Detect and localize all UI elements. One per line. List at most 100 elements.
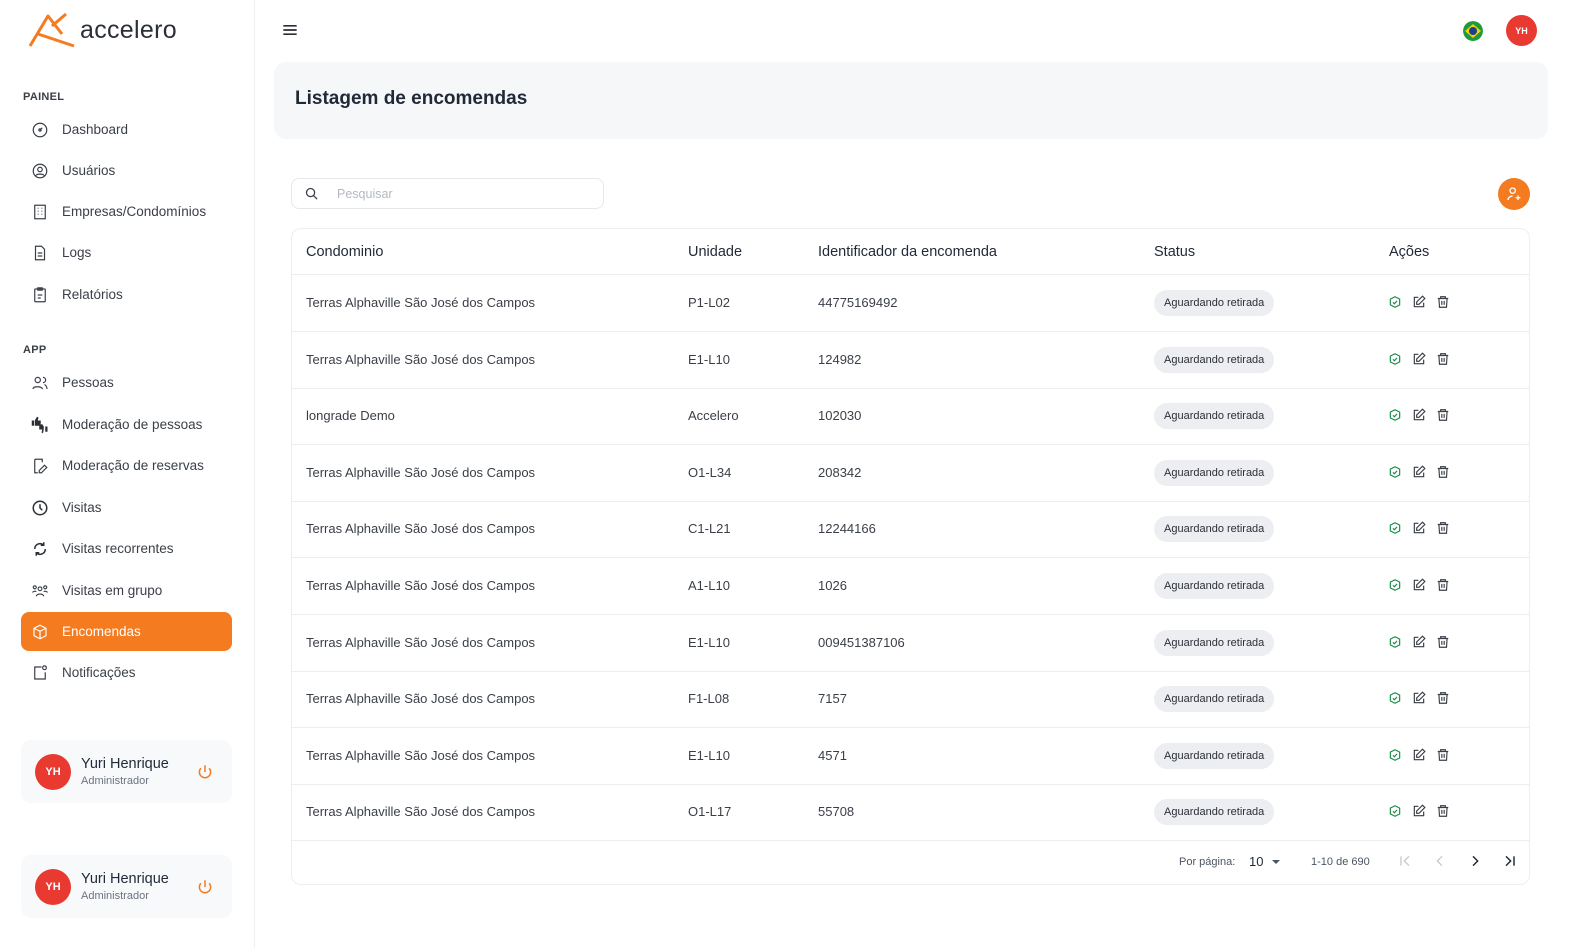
confirm-delivery-icon[interactable]	[1388, 578, 1402, 592]
cell-unidade: A1-L10	[688, 578, 730, 593]
cell-identificador: 124982	[818, 351, 862, 367]
table-row[interactable]: Terras Alphaville São José dos Campos O1-…	[292, 784, 1529, 842]
hamburger-menu-icon[interactable]	[280, 20, 300, 40]
table-row[interactable]: Terras Alphaville São José dos Campos P1-…	[292, 275, 1529, 332]
column-header-status[interactable]: Status	[1154, 244, 1195, 260]
page-title: Listagem de encomendas	[295, 88, 528, 109]
confirm-delivery-icon[interactable]	[1388, 748, 1402, 762]
power-icon[interactable]	[196, 878, 214, 896]
table-row[interactable]: Terras Alphaville São José dos Campos E1-…	[292, 615, 1529, 672]
sidebar-item-empresas[interactable]: Empresas/Condomínios	[21, 192, 232, 231]
user-name: Yuri Henrique	[81, 871, 169, 887]
cell-condominio: Terras Alphaville São José dos Campos	[306, 351, 536, 367]
sidebar-item-logs[interactable]: Logs	[21, 233, 232, 272]
search-box	[291, 178, 604, 209]
last-page-button[interactable]	[1502, 853, 1518, 869]
cell-identificador: 208342	[818, 464, 862, 480]
sidebar-item-pessoas[interactable]: Pessoas	[21, 363, 232, 402]
trash-icon[interactable]	[1436, 295, 1450, 309]
cell-identificador: 1026	[818, 578, 847, 593]
sidebar-item-moderacao-reservas[interactable]: Moderação de reservas	[21, 446, 232, 485]
sidebar-item-relatorios[interactable]: Relatórios	[21, 275, 232, 314]
confirm-delivery-icon[interactable]	[1388, 295, 1402, 309]
edit-icon[interactable]	[1412, 748, 1426, 762]
trash-icon[interactable]	[1436, 578, 1450, 592]
status-badge: Aguardando retirada	[1154, 346, 1275, 373]
trash-icon[interactable]	[1436, 352, 1450, 366]
edit-icon[interactable]	[1412, 408, 1426, 422]
sidebar-item-visitas[interactable]: Visitas	[21, 488, 232, 527]
table-row[interactable]: Terras Alphaville São José dos Campos F1-…	[292, 671, 1529, 729]
trash-icon[interactable]	[1436, 465, 1450, 479]
confirm-delivery-icon[interactable]	[1388, 352, 1402, 366]
edit-icon[interactable]	[1412, 351, 1426, 366]
brazil-flag-icon[interactable]	[1463, 21, 1483, 41]
edit-icon[interactable]	[1412, 521, 1426, 535]
column-header-unidade[interactable]: Unidade	[688, 244, 742, 260]
user-card[interactable]: YH Yuri Henrique Administrador	[21, 855, 232, 918]
sidebar-item-moderacao-pessoas[interactable]: Moderação de pessoas	[21, 405, 232, 444]
edit-icon[interactable]	[1412, 578, 1426, 592]
sidebar-item-visitas-grupo[interactable]: Visitas em grupo	[21, 571, 232, 610]
page-header: Listagem de encomendas	[274, 62, 1548, 139]
table-row[interactable]: longrade Demo Accelero 102030 Aguardando re…	[292, 388, 1529, 446]
table-row[interactable]: Terras Alphaville São José dos Campos C1-…	[292, 501, 1529, 559]
sidebar-item-usuarios[interactable]: Usuários	[21, 151, 232, 190]
table-row[interactable]: Terras Alphaville São José dos Campos E1-…	[292, 332, 1529, 389]
cell-identificador: 44775169492	[818, 295, 898, 310]
confirm-delivery-icon[interactable]	[1388, 635, 1402, 649]
trash-icon[interactable]	[1436, 804, 1450, 818]
sidebar-item-visitas-recorrentes[interactable]: Visitas recorrentes	[21, 529, 232, 568]
edit-icon[interactable]	[1412, 691, 1426, 705]
calendar-edit-icon	[31, 457, 49, 475]
per-page-select[interactable]: 10	[1249, 854, 1281, 869]
header-avatar[interactable]: YH	[1506, 15, 1537, 46]
sidebar-item-label: Notificações	[62, 665, 136, 680]
sidebar-item-encomendas[interactable]: Encomendas	[21, 612, 232, 651]
row-actions	[1388, 634, 1450, 649]
confirm-delivery-icon[interactable]	[1388, 408, 1402, 422]
confirm-delivery-icon[interactable]	[1388, 804, 1402, 818]
first-page-button[interactable]	[1397, 853, 1413, 869]
cell-condominio: Terras Alphaville São José dos Campos	[306, 578, 536, 593]
trash-icon[interactable]	[1436, 635, 1450, 649]
status-badge: Aguardando retirada	[1154, 459, 1275, 486]
confirm-delivery-icon[interactable]	[1388, 691, 1402, 705]
sidebar-item-dashboard[interactable]: Dashboard	[21, 110, 232, 149]
edit-icon[interactable]	[1412, 295, 1426, 309]
cell-condominio: Terras Alphaville São José dos Campos	[306, 804, 536, 820]
first-page-icon	[1400, 855, 1410, 867]
per-page-value: 10	[1249, 854, 1264, 869]
trash-icon[interactable]	[1436, 408, 1450, 422]
confirm-delivery-icon[interactable]	[1388, 521, 1402, 535]
table-row[interactable]: Terras Alphaville São José dos Campos E1-…	[292, 728, 1529, 785]
encomendas-table: Condominio Unidade Identificador da enco…	[291, 228, 1530, 885]
user-name: Yuri Henrique	[81, 756, 169, 772]
trash-icon[interactable]	[1436, 748, 1450, 762]
edit-icon[interactable]	[1412, 465, 1426, 479]
confirm-delivery-icon[interactable]	[1388, 465, 1402, 479]
table-row[interactable]: Terras Alphaville São José dos Campos A1-…	[292, 558, 1529, 615]
column-header-condominio[interactable]: Condominio	[306, 244, 383, 260]
power-icon[interactable]	[196, 763, 214, 781]
edit-icon[interactable]	[1412, 804, 1426, 818]
user-card[interactable]: YH Yuri Henrique Administrador	[21, 740, 232, 803]
brand-logo[interactable]: accelero	[28, 12, 177, 48]
add-encomenda-button[interactable]	[1498, 178, 1530, 210]
status-badge: Aguardando retirada	[1154, 290, 1275, 316]
prev-page-button[interactable]	[1432, 853, 1448, 869]
cell-condominio: Terras Alphaville São José dos Campos	[306, 521, 536, 537]
sidebar-item-notificacoes[interactable]: Notificações	[21, 653, 232, 692]
search-input[interactable]	[337, 186, 577, 201]
edit-icon[interactable]	[1412, 634, 1426, 649]
cell-condominio: Terras Alphaville São José dos Campos	[306, 464, 536, 480]
table-row[interactable]: Terras Alphaville São José dos Campos O1-…	[292, 445, 1529, 502]
cell-condominio: longrade Demo	[306, 408, 395, 424]
next-page-button[interactable]	[1467, 853, 1483, 869]
section-label-painel: PAINEL	[23, 91, 65, 103]
trash-icon[interactable]	[1436, 691, 1450, 705]
column-header-identificador[interactable]: Identificador da encomenda	[818, 244, 997, 260]
cell-condominio: Terras Alphaville São José dos Campos	[306, 747, 536, 763]
trash-icon[interactable]	[1436, 521, 1450, 535]
cell-identificador: 102030	[818, 408, 862, 424]
